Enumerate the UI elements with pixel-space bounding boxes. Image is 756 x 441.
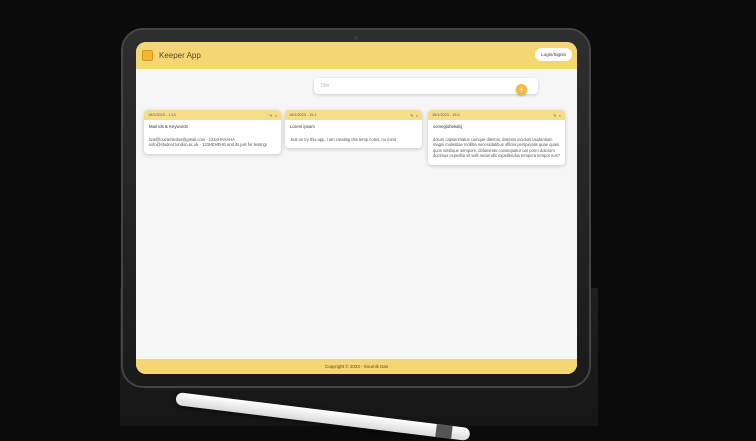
delete-icon[interactable]: × — [416, 113, 418, 118]
note-date: 15/1/2023 - 15:1 — [289, 113, 317, 117]
note-header: 15/1/2023 - 15:4 ✎ × — [428, 110, 565, 120]
app-header: Keeper App Login/Signin — [136, 42, 577, 69]
note-header: 15/1/2023 - 1:13 ✎ × — [144, 110, 281, 120]
note-date: 15/1/2023 - 1:13 — [148, 113, 176, 117]
note-card: 15/1/2023 - 15:1 ✎ × Lorem ipsum Just on… — [285, 110, 422, 149]
copyright-text: Copyright © 2023 - Soumik Das — [324, 364, 389, 369]
create-note-form — [314, 78, 538, 94]
note-header: 15/1/2023 - 15:1 ✎ × — [285, 110, 422, 120]
delete-icon[interactable]: × — [559, 113, 561, 118]
edit-icon[interactable]: ✎ — [269, 113, 272, 118]
note-title: Lorem ipsum — [290, 124, 315, 129]
note-actions: ✎ × — [410, 113, 418, 118]
note-title-input[interactable] — [320, 81, 510, 91]
delete-icon[interactable]: × — [275, 113, 277, 118]
note-date: 15/1/2023 - 15:4 — [432, 113, 460, 117]
camera-icon — [354, 36, 358, 40]
note-actions: ✎ × — [269, 113, 277, 118]
login-button[interactable]: Login/Signin — [535, 48, 572, 61]
note-title: Mail Ids & Keywords — [149, 124, 188, 129]
keeper-logo-icon — [142, 50, 153, 61]
note-body: dolum capserimatus cumque ditertos, dist… — [433, 137, 560, 159]
app-title: Keeper App — [159, 51, 201, 60]
edit-icon[interactable]: ✎ — [410, 113, 413, 118]
note-card: 15/1/2023 - 1:13 ✎ × Mail Ids & Keywords… — [144, 110, 281, 154]
stylus-band — [435, 423, 453, 439]
app-footer: Copyright © 2023 - Soumik Das — [136, 359, 577, 374]
note-body: liza@louzamledos@gmail.com - 1234HAHAHA … — [149, 137, 267, 148]
app-screen: Keeper App Login/Signin + 15/1/2023 - 1:… — [136, 42, 577, 374]
note-actions: ✎ × — [553, 113, 561, 118]
scene: Keeper App Login/Signin + 15/1/2023 - 1:… — [0, 0, 756, 441]
note-card: 15/1/2023 - 15:4 ✎ × someglobekabj dolum… — [428, 110, 565, 165]
note-body: Just on try this app. I am creating this… — [290, 137, 397, 142]
add-note-button[interactable]: + — [516, 84, 527, 95]
edit-icon[interactable]: ✎ — [553, 113, 556, 118]
note-title: someglobekabj — [433, 124, 462, 129]
